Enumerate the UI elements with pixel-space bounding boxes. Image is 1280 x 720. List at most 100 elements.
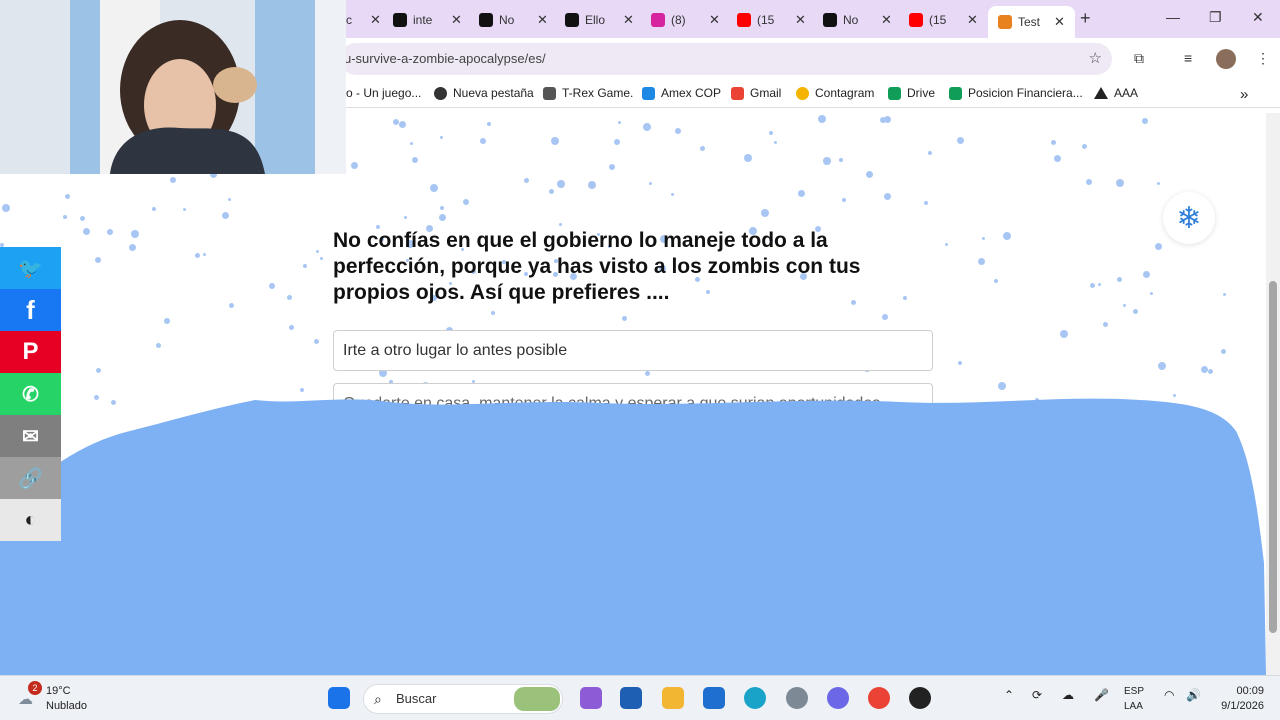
settings-icon[interactable] <box>786 687 808 709</box>
close-icon[interactable]: ✕ <box>451 12 462 28</box>
bookmark-label: T-Rex Game. <box>562 86 634 100</box>
copilot-icon[interactable] <box>580 687 602 709</box>
search-input[interactable]: ⌕ Buscar <box>363 684 563 714</box>
tab-1[interactable]: c ✕ <box>346 6 381 34</box>
tab-3[interactable]: No ✕ <box>479 6 548 34</box>
media-icon[interactable]: ≡ <box>1184 50 1192 66</box>
chrome-icon[interactable] <box>868 687 890 709</box>
edge-icon[interactable] <box>744 687 766 709</box>
bookmark-item[interactable]: Amex COP <box>642 86 721 100</box>
bookmark-label: Posicion Financiera... <box>968 86 1083 100</box>
scrollbar-thumb[interactable] <box>1269 281 1277 633</box>
webcam-overlay <box>0 0 346 174</box>
tab-7[interactable]: No ✕ <box>823 6 892 34</box>
url-text: u-survive-a-zombie-apocalypse/es/ <box>344 51 546 66</box>
weather-temp: 19°C <box>46 685 71 697</box>
chevron-up-icon[interactable]: ⌃ <box>1004 688 1014 702</box>
theme-toggle-icon[interactable]: ◐ <box>0 499 61 541</box>
volume-icon[interactable]: 🔊 <box>1186 688 1201 702</box>
tab-8[interactable]: (15 ✕ <box>909 6 978 34</box>
close-icon[interactable]: ✕ <box>1054 14 1065 30</box>
twitter-icon[interactable]: 🐦 <box>0 247 61 289</box>
windows-start-icon[interactable] <box>328 687 350 709</box>
tab-active[interactable]: Test ✕ <box>988 6 1075 38</box>
bookmark-item[interactable]: Contagram <box>796 86 874 100</box>
dino-icon <box>543 86 556 100</box>
avatar[interactable] <box>1216 49 1236 69</box>
clock[interactable]: 00:09 9/1/2026 <box>1214 684 1264 714</box>
tab-2[interactable]: inte ✕ <box>393 6 462 34</box>
close-icon[interactable]: ✕ <box>795 12 806 28</box>
language-indicator[interactable]: ESP LAA <box>1124 684 1144 714</box>
bookmarks-overflow-icon[interactable]: » <box>1240 86 1248 103</box>
close-window-icon[interactable]: ✕ <box>1252 9 1264 26</box>
close-icon[interactable]: ✕ <box>881 12 892 28</box>
close-icon[interactable]: ✕ <box>370 12 381 28</box>
wifi-icon[interactable]: ◠ <box>1164 688 1174 702</box>
close-icon[interactable]: ✕ <box>537 12 548 28</box>
address-bar[interactable]: u-survive-a-zombie-apocalypse/es/ ☆ <box>340 43 1112 75</box>
search-placeholder: Buscar <box>396 691 437 706</box>
tab-title: No <box>843 13 859 27</box>
close-icon[interactable]: ✕ <box>623 12 634 28</box>
quiz-page: No confías en que el gobierno lo maneje … <box>0 113 1266 675</box>
tab-6[interactable]: (15 ✕ <box>737 6 806 34</box>
facebook-icon[interactable]: f <box>0 289 61 331</box>
weather-badge: 2 <box>28 681 42 695</box>
bookmark-item[interactable]: T-Rex Game. <box>543 86 633 100</box>
youtube-icon <box>737 13 751 27</box>
bookmark-item[interactable]: Drive <box>888 86 935 100</box>
tab-title: Test <box>1018 15 1041 29</box>
tab-4[interactable]: Ello ✕ <box>565 6 634 34</box>
fox-icon <box>998 15 1012 29</box>
bookmark-item[interactable]: o - Un juego... <box>346 86 421 100</box>
link-icon[interactable]: 🔗 <box>0 457 61 499</box>
clock-time: 00:09 <box>1236 685 1264 697</box>
menu-icon[interactable]: ⋮ <box>1256 50 1270 67</box>
gmail-icon <box>731 86 744 100</box>
tab-title: c <box>346 13 352 27</box>
taskbar: 19°C Nublado ☁ 2 ⌕ Buscar ⌃ ⟳ ☁ 🎤 ESP LA… <box>0 675 1280 720</box>
tab-5[interactable]: (8) ✕ <box>651 6 720 34</box>
tiktok-icon <box>393 13 407 27</box>
bookmark-item[interactable]: Nueva pestaña <box>434 86 534 100</box>
lang-bottom: LAA <box>1124 701 1143 712</box>
instagram-icon <box>651 13 665 27</box>
clock-date: 9/1/2026 <box>1221 700 1264 712</box>
contagram-icon <box>796 86 809 100</box>
obs-icon[interactable] <box>909 687 931 709</box>
cloud-tray-icon[interactable]: ☁ <box>1062 688 1074 702</box>
minimize-icon[interactable]: — <box>1166 9 1180 25</box>
star-icon[interactable]: ☆ <box>1089 43 1102 75</box>
tiktok-icon <box>479 13 493 27</box>
triangle-icon <box>1094 87 1108 99</box>
file-explorer-icon[interactable] <box>662 687 684 709</box>
restore-icon[interactable]: ❐ <box>1209 9 1222 26</box>
bookmark-item[interactable]: AAA <box>1094 86 1138 100</box>
snowflake-button[interactable]: ❄ <box>1163 192 1215 244</box>
scrollbar[interactable] <box>1266 113 1280 675</box>
new-tab-button[interactable]: + <box>1080 8 1091 29</box>
discord-icon[interactable] <box>827 687 849 709</box>
bookmark-label: o - Un juego... <box>346 86 422 100</box>
email-icon[interactable]: ✉ <box>0 415 61 457</box>
bookmark-item[interactable]: Posicion Financiera... <box>949 86 1083 100</box>
bookmark-label: Nueva pestaña <box>453 86 534 100</box>
close-icon[interactable]: ✕ <box>709 12 720 28</box>
store-icon[interactable] <box>703 687 725 709</box>
microphone-icon[interactable]: 🎤 <box>1094 688 1109 702</box>
tab-title: (15 <box>929 13 947 27</box>
bookmark-label: Amex COP <box>661 86 722 100</box>
sync-icon[interactable]: ⟳ <box>1032 688 1042 702</box>
drive-icon <box>888 86 901 100</box>
close-icon[interactable]: ✕ <box>967 12 978 28</box>
share-sidebar: 🐦 f P ✆ ✉ 🔗 ◐ <box>0 247 61 541</box>
extensions-icon[interactable]: ⧉ <box>1134 50 1144 67</box>
whatsapp-icon[interactable]: ✆ <box>0 373 61 415</box>
tiktok-icon <box>565 13 579 27</box>
pinterest-icon[interactable]: P <box>0 331 61 373</box>
drive-icon <box>949 86 962 100</box>
weather-desc: Nublado <box>46 700 87 712</box>
bookmark-item[interactable]: Gmail <box>731 86 781 100</box>
outlook-icon[interactable] <box>620 687 642 709</box>
